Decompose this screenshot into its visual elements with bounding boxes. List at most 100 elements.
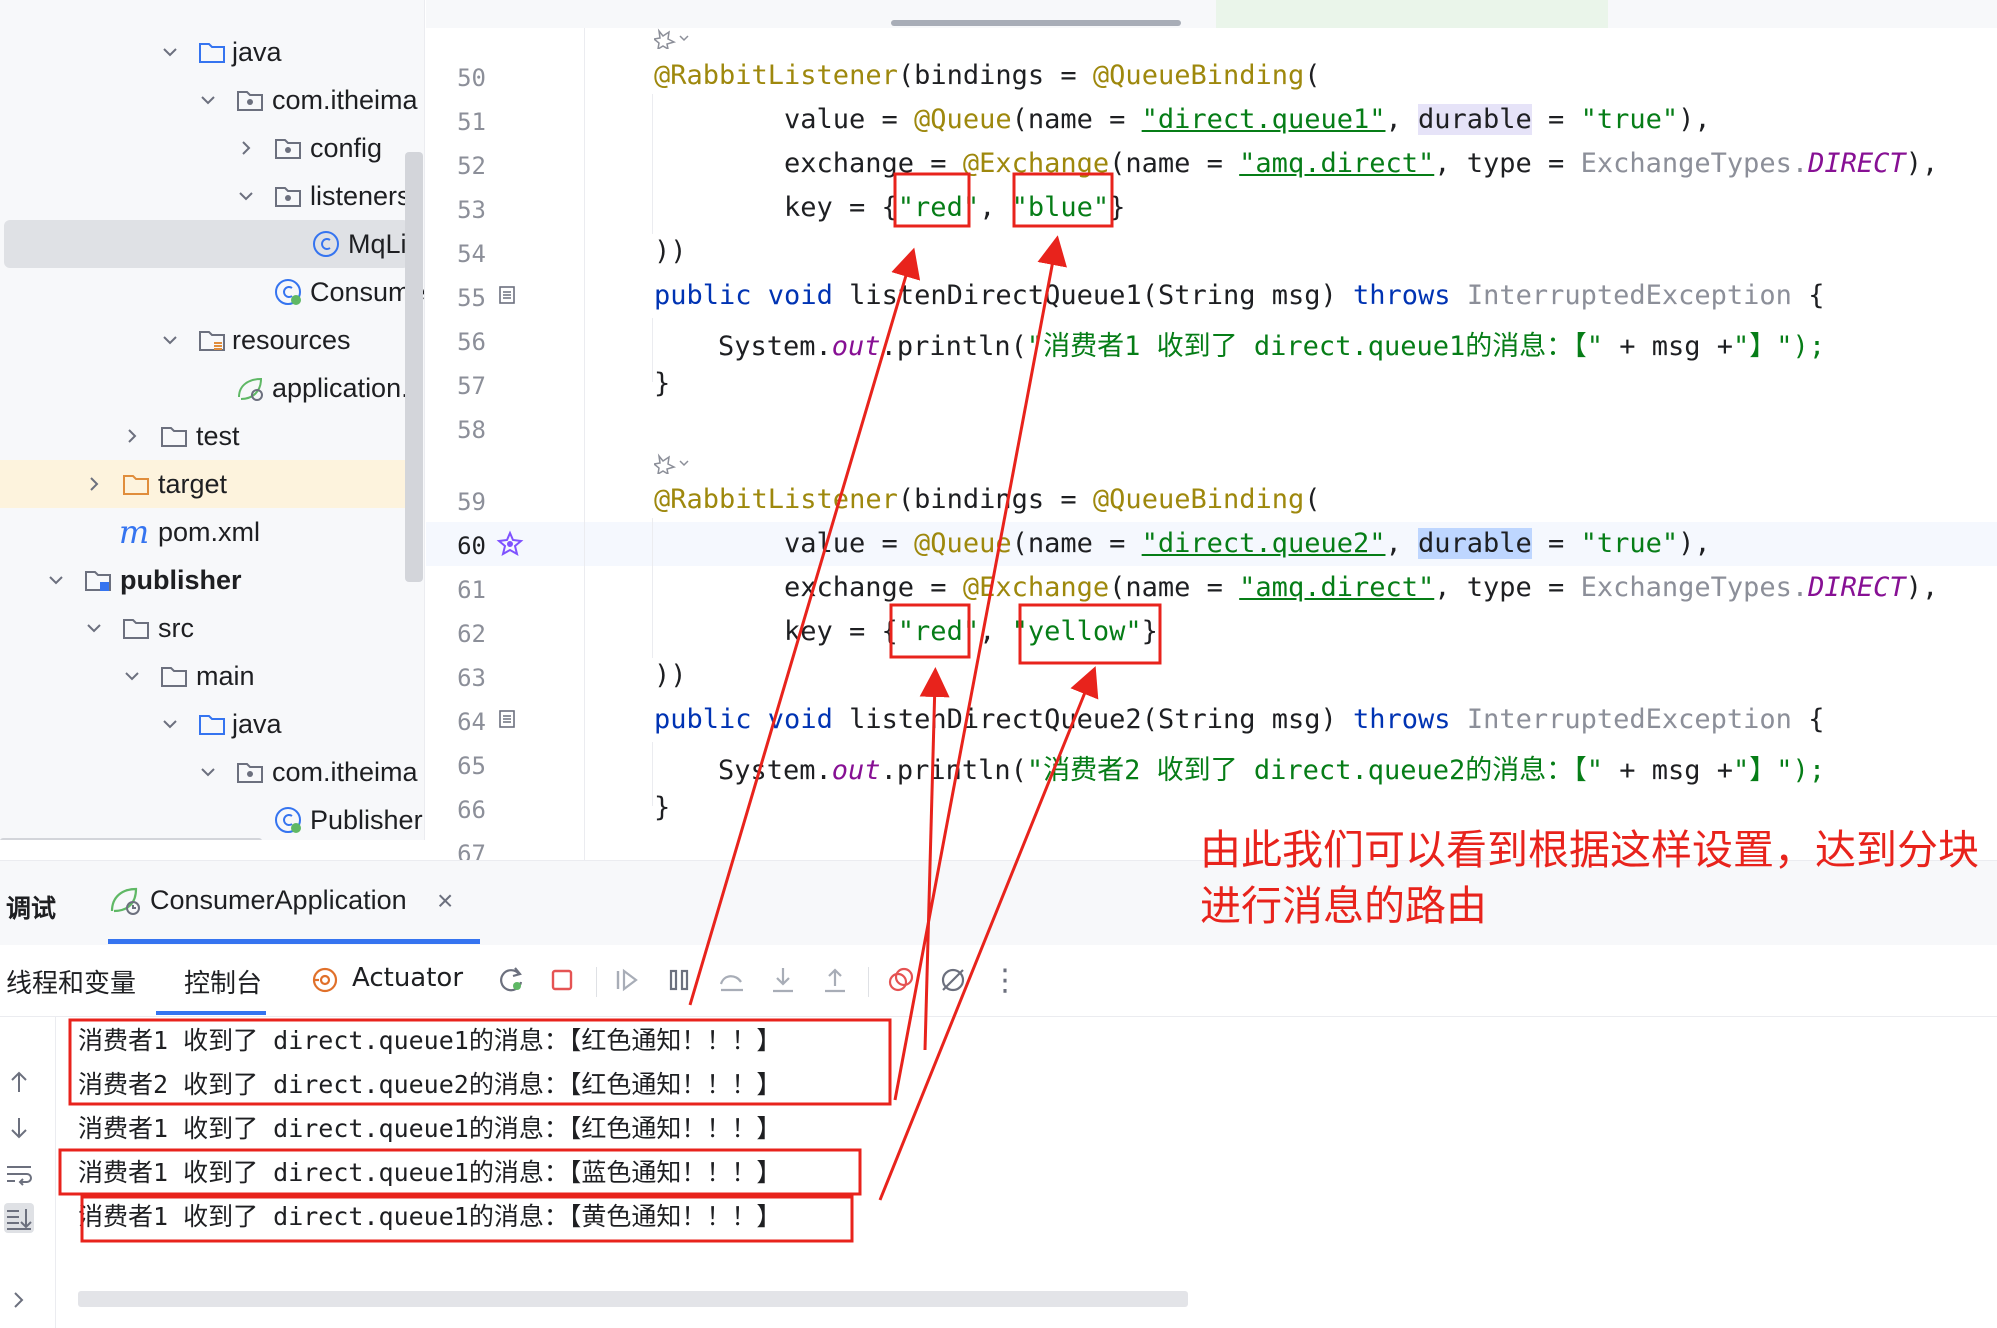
tree-item-consumer-application[interactable]: Consume — [0, 268, 424, 316]
tab-threads-variables[interactable]: 线程和变量 — [6, 963, 136, 1000]
chevron-down-icon[interactable] — [157, 327, 183, 353]
document-gutter-icon[interactable] — [496, 708, 518, 730]
folder-icon — [121, 613, 151, 643]
code-editor[interactable]: 50 51 52 53 54 55 56 57 58 59 60 61 62 6… — [426, 0, 1997, 860]
usage-inlay-hint[interactable] — [652, 27, 692, 54]
tree-item-main[interactable]: main — [0, 652, 405, 700]
chevron-down-icon[interactable] — [119, 663, 145, 689]
tree-item-config[interactable]: config — [0, 124, 405, 172]
view-breakpoints-icon[interactable] — [884, 963, 918, 997]
resources-folder-icon — [197, 325, 227, 355]
step-over-icon[interactable] — [715, 963, 749, 997]
resume-icon[interactable] — [610, 963, 644, 997]
more-options-icon[interactable]: ⋮ — [988, 963, 1022, 997]
code-line[interactable]: System.out.println("消费者1 收到了 direct.queu… — [718, 324, 1825, 363]
chevron-down-icon[interactable] — [195, 87, 221, 113]
chevron-right-icon[interactable] — [81, 471, 107, 497]
tree-item-com-itheima[interactable]: com.itheima — [0, 76, 418, 124]
tree-item-pom-xml[interactable]: m pom.xml — [0, 508, 405, 556]
code-line[interactable]: exchange = @Exchange(name = "amq.direct"… — [784, 572, 1938, 603]
tree-scrollbar[interactable] — [405, 152, 423, 582]
tree-item-publisher-application[interactable]: Publisher — [0, 796, 423, 840]
tree-item-label: com.itheima — [272, 756, 418, 787]
routing-key-red: "red" — [897, 616, 980, 647]
document-gutter-icon[interactable] — [496, 284, 518, 306]
chevron-right-icon[interactable] — [4, 1285, 34, 1315]
code-token: ), — [1678, 528, 1711, 559]
code-line[interactable]: key = {"red", "blue"} — [784, 192, 1125, 223]
method-name: listenDirectQueue2 — [849, 704, 1142, 735]
editor-tab-modified[interactable] — [1216, 0, 1608, 28]
mute-breakpoints-icon[interactable] — [936, 963, 970, 997]
line-number: 56 — [457, 328, 486, 356]
code-line[interactable]: public void listenDirectQueue1(String ms… — [654, 280, 1824, 311]
stop-icon[interactable] — [545, 963, 579, 997]
tree-item-application-yml[interactable]: application.y — [0, 364, 422, 412]
tree-item-com-itheima[interactable]: com.itheima — [0, 748, 418, 796]
tree-item-src[interactable]: src — [0, 604, 405, 652]
excluded-folder-icon — [121, 469, 151, 499]
tree-item-listeners[interactable]: listeners — [0, 172, 411, 220]
tree-item-resources[interactable]: resources — [0, 316, 405, 364]
tree-item-java[interactable]: java — [0, 700, 405, 748]
tab-console[interactable]: 控制台 — [184, 963, 262, 1000]
step-out-icon[interactable] — [818, 963, 852, 997]
code-token: @RabbitListener — [654, 60, 898, 91]
usage-inlay-hint[interactable] — [652, 452, 692, 479]
code-line[interactable]: exchange = @Exchange(name = "amq.direct"… — [784, 148, 1938, 179]
code-line[interactable]: value = @Queue(name = "direct.queue1", d… — [784, 104, 1711, 135]
code-token: = — [1531, 104, 1581, 135]
chevron-down-icon[interactable] — [81, 615, 107, 641]
line-number: 57 — [457, 372, 486, 400]
chevron-down-icon[interactable] — [43, 567, 69, 593]
arrow-down-icon[interactable] — [4, 1113, 34, 1143]
run-config-tab[interactable]: ConsumerApplication — [108, 883, 407, 917]
line-number: 55 — [457, 284, 486, 312]
code-line[interactable]: @RabbitListener(bindings = @QueueBinding… — [654, 484, 1321, 515]
code-token: "消费者1 收到了 direct.queue1的消息：【" — [1026, 331, 1603, 362]
tree-item-mqlistener[interactable]: MqLis — [4, 220, 420, 268]
chevron-down-icon[interactable] — [157, 39, 183, 65]
tree-item-target[interactable]: target — [0, 460, 405, 508]
tree-horizontal-scrollbar[interactable] — [0, 838, 262, 840]
code-token: )) — [654, 660, 687, 691]
editor-tab-strip — [426, 0, 1997, 28]
chevron-right-icon[interactable] — [233, 135, 259, 161]
code-line[interactable]: @RabbitListener(bindings = @QueueBinding… — [654, 60, 1321, 91]
tab-actuator[interactable]: Actuator — [352, 963, 463, 993]
chevron-down-icon[interactable] — [233, 183, 259, 209]
line-number: 66 — [457, 796, 486, 824]
code-line[interactable]: public void listenDirectQueue2(String ms… — [654, 704, 1824, 735]
step-into-icon[interactable] — [766, 963, 800, 997]
class-icon — [311, 229, 341, 259]
close-icon[interactable]: × — [437, 885, 453, 917]
code-token: InterruptedException — [1450, 280, 1809, 311]
code-line[interactable]: value = @Queue(name = "direct.queue2", d… — [784, 528, 1711, 559]
rerun-icon[interactable] — [494, 963, 528, 997]
code-line[interactable]: } — [654, 368, 670, 399]
tree-item-publisher[interactable]: publisher — [0, 556, 405, 604]
arrow-up-icon[interactable] — [4, 1067, 34, 1097]
chevron-right-icon[interactable] — [119, 423, 145, 449]
code-token: ExchangeTypes. — [1580, 572, 1809, 603]
code-token: @Exchange — [962, 148, 1110, 179]
chevron-down-icon[interactable] — [157, 711, 183, 737]
line-number: 59 — [457, 488, 486, 516]
package-icon — [273, 181, 303, 211]
console-horizontal-scrollbar[interactable] — [78, 1291, 1188, 1307]
pause-icon[interactable] — [662, 963, 696, 997]
tree-item-java[interactable]: java — [0, 28, 405, 76]
soft-wrap-icon[interactable] — [4, 1159, 34, 1189]
code-line[interactable]: key = {"red", "yellow"} — [784, 616, 1158, 647]
line-number: 50 — [457, 64, 486, 92]
code-line[interactable]: } — [654, 792, 670, 823]
maven-icon: m — [118, 513, 150, 551]
scroll-to-end-icon[interactable] — [4, 1203, 34, 1233]
code-line[interactable]: )) — [654, 236, 687, 267]
code-line[interactable]: )) — [654, 660, 687, 691]
rabbitmq-gutter-icon[interactable] — [496, 530, 524, 558]
tree-item-test[interactable]: test — [0, 412, 405, 460]
chevron-down-icon[interactable] — [195, 759, 221, 785]
code-line[interactable]: System.out.println("消费者2 收到了 direct.queu… — [718, 748, 1825, 787]
console-line: 消费者2 收到了 direct.queue2的消息：【红色通知！！！】 — [78, 1070, 782, 1099]
